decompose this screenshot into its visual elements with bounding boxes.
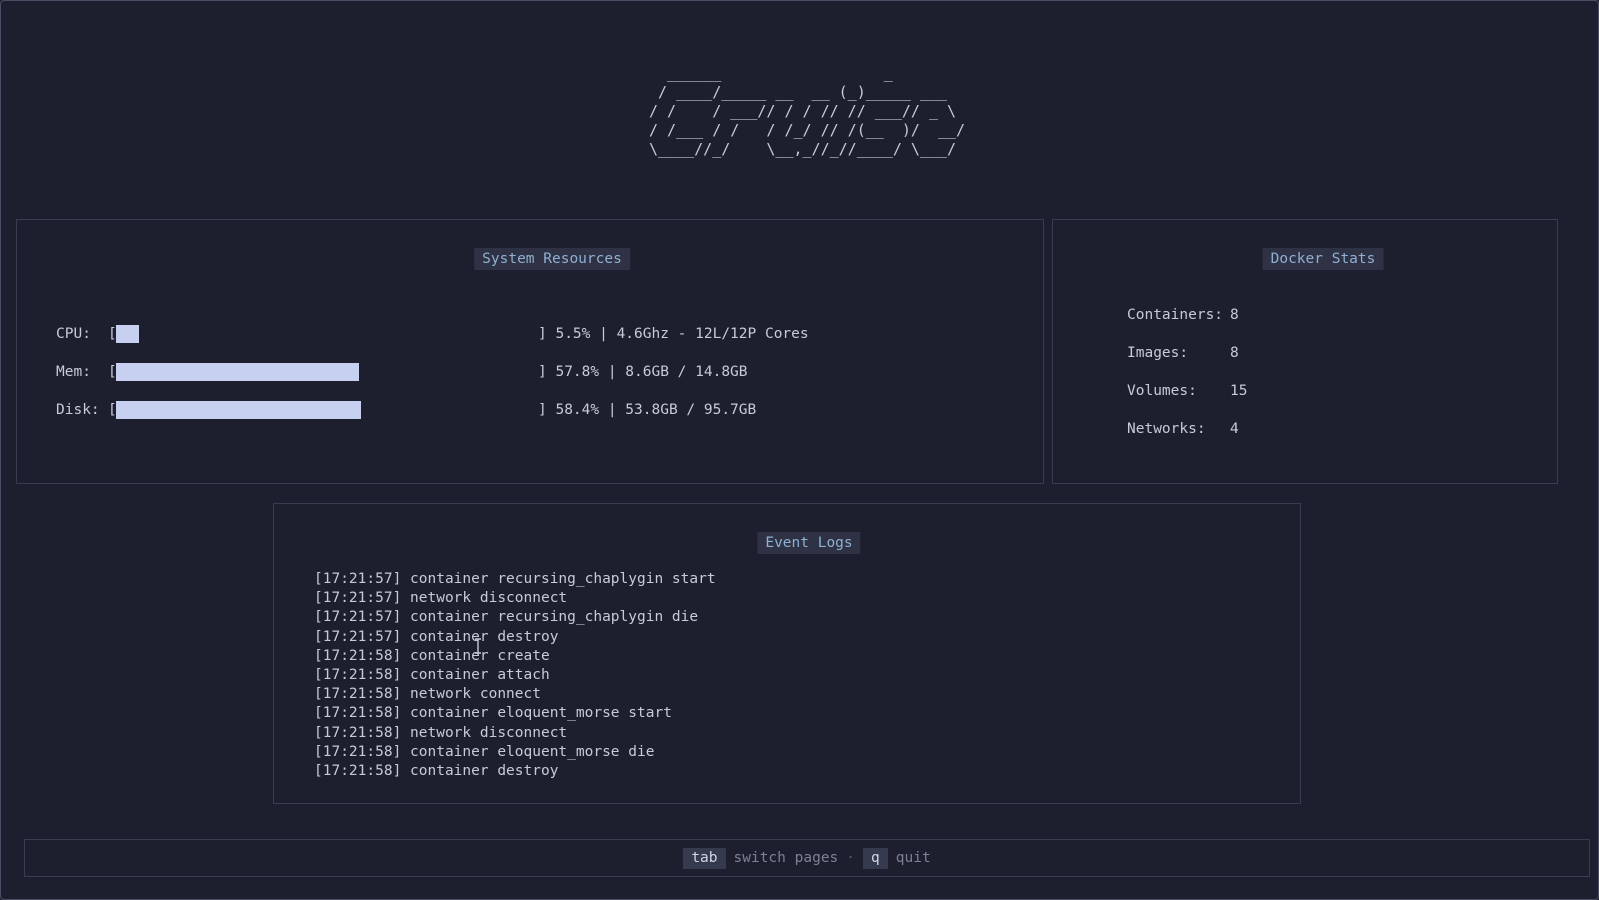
app-logo-ascii: ______ _ / ____/_____ __ __ (_)_____ ___… bbox=[649, 64, 966, 158]
log-line: [17:21:58] container eloquent_morse star… bbox=[314, 705, 672, 722]
mem-label: Mem: bbox=[56, 364, 91, 380]
cpu-row: CPU: [ ] 5.5% | 4.6Ghz - 12L/12P Cores bbox=[56, 323, 809, 345]
log-line: [17:21:58] container create bbox=[314, 647, 550, 664]
log-line: [17:21:58] container attach bbox=[314, 666, 550, 683]
networks-stat: Networks: 4 bbox=[1127, 418, 1239, 440]
log-line: [17:21:58] container destroy bbox=[314, 762, 559, 779]
images-label: Images: bbox=[1127, 345, 1189, 361]
containers-stat: Containers: 8 bbox=[1127, 304, 1239, 326]
disk-usage-bar bbox=[116, 401, 536, 419]
quit-key-hint[interactable]: q bbox=[863, 847, 888, 869]
docker-stats-title: Docker Stats bbox=[1262, 248, 1384, 270]
help-separator: · bbox=[846, 850, 856, 866]
networks-value: 4 bbox=[1230, 421, 1239, 437]
cpu-label: CPU: bbox=[56, 326, 91, 342]
containers-label: Containers: bbox=[1127, 307, 1224, 323]
mem-row: Mem: [ ] 57.8% | 8.6GB / 14.8GB bbox=[56, 361, 748, 383]
mem-usage-bar bbox=[116, 363, 536, 381]
log-line: [17:21:57] network disconnect bbox=[314, 590, 568, 607]
images-stat: Images: 8 bbox=[1127, 342, 1239, 364]
images-value: 8 bbox=[1230, 345, 1239, 361]
log-line: [17:21:58] network disconnect bbox=[314, 724, 568, 741]
mem-usage-fill bbox=[116, 363, 359, 381]
volumes-stat: Volumes: 15 bbox=[1127, 380, 1247, 402]
tab-action-label: switch pages bbox=[733, 850, 839, 866]
text-cursor-icon bbox=[475, 638, 481, 654]
system-resources-panel: System Resources CPU: [ ] 5.5% | 4.6Ghz … bbox=[16, 219, 1044, 484]
tab-key-hint[interactable]: tab bbox=[683, 847, 726, 869]
event-logs-title: Event Logs bbox=[757, 532, 861, 554]
help-bar: tab switch pages · q quit bbox=[24, 839, 1590, 877]
log-line: [17:21:57] container recursing_chaplygin… bbox=[314, 571, 716, 587]
terminal-window: ______ _ / ____/_____ __ __ (_)_____ ___… bbox=[0, 0, 1599, 900]
cpu-detail: ] 5.5% | 4.6Ghz - 12L/12P Cores bbox=[538, 326, 809, 342]
cpu-usage-fill bbox=[116, 325, 140, 343]
networks-label: Networks: bbox=[1127, 421, 1206, 437]
system-resources-title: System Resources bbox=[474, 248, 630, 270]
mem-detail: ] 57.8% | 8.6GB / 14.8GB bbox=[538, 364, 748, 380]
log-line: [17:21:57] container recursing_chaplygin… bbox=[314, 609, 699, 626]
quit-action-label: quit bbox=[895, 850, 931, 866]
containers-value: 8 bbox=[1230, 307, 1239, 323]
disk-label: Disk: bbox=[56, 402, 100, 418]
disk-usage-fill bbox=[116, 401, 362, 419]
event-log-list[interactable]: [17:21:57] container recursing_chaplygin… bbox=[314, 570, 716, 781]
volumes-value: 15 bbox=[1230, 383, 1248, 399]
cpu-usage-bar bbox=[116, 325, 536, 343]
log-line: [17:21:58] container eloquent_morse die bbox=[314, 743, 655, 760]
docker-stats-panel: Docker Stats Containers: 8 Images: 8 Vol… bbox=[1052, 219, 1558, 484]
log-line: [17:21:57] container destroy bbox=[314, 628, 559, 645]
disk-detail: ] 58.4% | 53.8GB / 95.7GB bbox=[538, 402, 757, 418]
event-logs-panel[interactable]: Event Logs [17:21:57] container recursin… bbox=[273, 503, 1301, 804]
disk-row: Disk: [ ] 58.4% | 53.8GB / 95.7GB bbox=[56, 399, 756, 421]
volumes-label: Volumes: bbox=[1127, 383, 1197, 399]
log-line: [17:21:58] network connect bbox=[314, 686, 541, 703]
